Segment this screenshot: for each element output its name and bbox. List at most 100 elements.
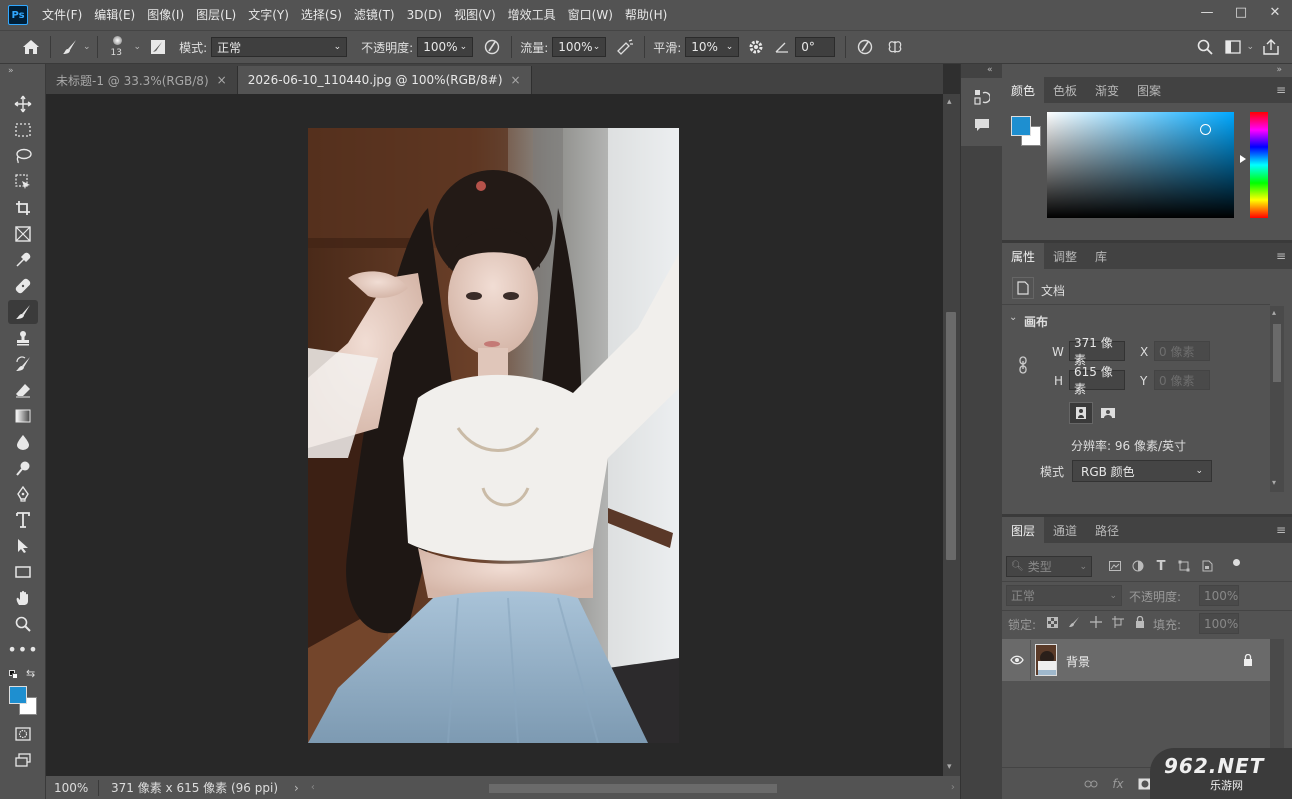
more-tools-icon[interactable]: ••• <box>7 638 38 662</box>
scroll-right-icon[interactable]: › <box>951 782 955 793</box>
tab-channels[interactable]: 通道 <box>1044 517 1086 543</box>
tab-libraries[interactable]: 库 <box>1086 243 1116 269</box>
close-icon[interactable]: × <box>511 73 521 87</box>
dodge-tool-icon[interactable] <box>8 456 38 480</box>
close-window-button[interactable]: ✕ <box>1258 0 1292 24</box>
object-select-tool-icon[interactable] <box>8 170 38 194</box>
tab-layers[interactable]: 图层 <box>1002 517 1045 543</box>
tab-photo[interactable]: 2026-06-10_110440.jpg @ 100%(RGB/8#) × <box>237 66 532 94</box>
scrollbar-thumb[interactable] <box>946 312 956 560</box>
hand-tool-icon[interactable] <box>8 586 38 610</box>
screen-mode-icon[interactable] <box>8 748 38 772</box>
tab-untitled[interactable]: 未标题-1 @ 33.3%(RGB/8) × <box>46 66 238 94</box>
menu-layer[interactable]: 图层(L) <box>190 0 242 30</box>
angle-field[interactable]: 0° <box>795 37 836 57</box>
comments-panel-icon[interactable] <box>970 114 994 136</box>
filter-smart-object-icon[interactable] <box>1198 557 1216 575</box>
foreground-swatch[interactable] <box>1011 116 1031 136</box>
tab-adjustments[interactable]: 调整 <box>1044 243 1086 269</box>
layer-row[interactable]: 背景 <box>1002 639 1270 681</box>
flow-field[interactable]: 100% ⌄ <box>552 37 607 57</box>
crop-tool-icon[interactable] <box>8 196 38 220</box>
scroll-left-icon[interactable]: ‹ <box>311 782 315 793</box>
blur-tool-icon[interactable] <box>8 430 38 454</box>
airbrush-icon[interactable] <box>612 34 638 60</box>
menu-filter[interactable]: 滤镜(T) <box>348 0 401 30</box>
frame-tool-icon[interactable] <box>8 222 38 246</box>
menu-edit[interactable]: 编辑(E) <box>88 0 141 30</box>
menu-plugins[interactable]: 增效工具 <box>502 0 562 30</box>
brush-size-picker[interactable]: 13 <box>104 33 132 61</box>
lock-all-icon[interactable] <box>1132 614 1148 630</box>
width-field[interactable]: 371 像素 <box>1069 336 1125 367</box>
scroll-up-icon[interactable]: ▴ <box>947 97 952 107</box>
default-colors-icon[interactable] <box>9 670 18 679</box>
properties-scrollbar-thumb[interactable] <box>1273 324 1281 382</box>
color-field[interactable] <box>1047 112 1234 218</box>
height-field[interactable]: 615 像素 <box>1069 365 1125 396</box>
gradient-tool-icon[interactable] <box>8 404 38 428</box>
marquee-tool-icon[interactable] <box>8 118 38 142</box>
history-panel-icon[interactable] <box>970 86 994 108</box>
menu-type[interactable]: 文字(Y) <box>242 0 295 30</box>
stamp-tool-icon[interactable] <box>8 326 38 350</box>
vertical-scrollbar[interactable]: ▴ ▾ <box>943 94 960 776</box>
horizontal-scrollbar[interactable] <box>323 782 943 794</box>
filter-pixel-icon[interactable] <box>1106 557 1124 575</box>
lock-pixels-icon[interactable] <box>1066 614 1082 630</box>
scroll-down-icon[interactable]: ▾ <box>947 762 952 772</box>
minimize-button[interactable]: — <box>1190 0 1224 24</box>
tab-swatches[interactable]: 色板 <box>1044 77 1086 103</box>
lock-position-icon[interactable] <box>1088 614 1104 630</box>
landscape-orientation-icon[interactable] <box>1096 402 1120 424</box>
tab-properties[interactable]: 属性 <box>1002 243 1045 269</box>
mode-select[interactable]: 正常 ⌄ <box>211 37 348 57</box>
menu-file[interactable]: 文件(F) <box>36 0 88 30</box>
hscroll-thumb[interactable] <box>488 783 777 793</box>
tab-patterns[interactable]: 图案 <box>1128 77 1170 103</box>
foreground-color-swatch[interactable] <box>9 686 27 704</box>
filter-type-icon[interactable]: T <box>1152 557 1170 575</box>
home-icon[interactable] <box>18 34 44 60</box>
swap-colors-icon[interactable]: ⇆ <box>26 667 35 680</box>
filter-adjustment-icon[interactable] <box>1129 557 1147 575</box>
panel-menu-icon[interactable]: ≡ <box>1276 83 1286 97</box>
menu-window[interactable]: 窗口(W) <box>562 0 619 30</box>
lasso-tool-icon[interactable] <box>8 144 38 168</box>
pressure-size-icon[interactable] <box>852 34 878 60</box>
menu-image[interactable]: 图像(I) <box>141 0 190 30</box>
portrait-orientation-icon[interactable] <box>1069 402 1093 424</box>
pressure-opacity-icon[interactable] <box>479 34 505 60</box>
brush-tool-icon[interactable] <box>8 300 38 324</box>
tab-gradients[interactable]: 渐变 <box>1086 77 1128 103</box>
tab-paths[interactable]: 路径 <box>1086 517 1128 543</box>
smooth-field[interactable]: 10% ⌄ <box>685 37 740 57</box>
collapse-icon[interactable]: » <box>1276 65 1282 75</box>
properties-scrollbar[interactable]: ▴ ▾ <box>1270 306 1284 492</box>
rectangle-tool-icon[interactable] <box>8 560 38 584</box>
panel-menu-icon[interactable]: ≡ <box>1276 249 1286 263</box>
path-select-tool-icon[interactable] <box>8 534 38 558</box>
chevron-down-icon[interactable]: ⌄ <box>134 42 142 52</box>
link-icon[interactable] <box>1016 354 1030 376</box>
tab-color[interactable]: 颜色 <box>1002 77 1045 103</box>
close-icon[interactable]: × <box>217 73 227 87</box>
hue-slider[interactable] <box>1250 112 1268 218</box>
workspace-icon[interactable] <box>1220 34 1246 60</box>
chevron-down-icon[interactable]: ⌄ <box>83 42 91 52</box>
expand-icon[interactable]: « <box>987 65 993 75</box>
eraser-tool-icon[interactable] <box>8 378 38 402</box>
fx-icon[interactable]: fx <box>1109 775 1127 793</box>
menu-select[interactable]: 选择(S) <box>295 0 348 30</box>
type-tool-icon[interactable] <box>8 508 38 532</box>
quick-mask-icon[interactable] <box>8 722 38 746</box>
chevron-down-icon[interactable]: ⌄ <box>1246 42 1254 52</box>
color-picker-cursor[interactable] <box>1200 124 1211 135</box>
link-layers-icon[interactable] <box>1082 775 1100 793</box>
opacity-field[interactable]: 100% ⌄ <box>417 37 474 57</box>
gear-icon[interactable] <box>743 34 769 60</box>
zoom-level[interactable]: 100% <box>54 781 94 795</box>
menu-help[interactable]: 帮助(H) <box>619 0 673 30</box>
share-icon[interactable] <box>1258 34 1284 60</box>
pen-tool-icon[interactable] <box>8 482 38 506</box>
